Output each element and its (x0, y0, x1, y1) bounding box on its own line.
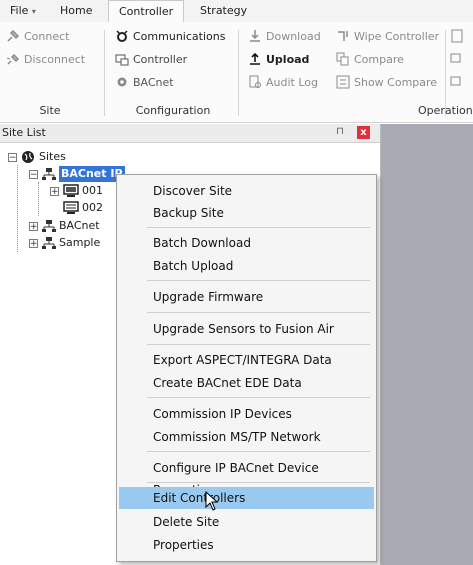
expand-expander[interactable]: + (50, 187, 59, 197)
upload-button[interactable]: Upload (248, 51, 309, 69)
network-icon (42, 237, 56, 249)
tree-node-label: Sample (59, 236, 101, 249)
tool-icon (451, 29, 463, 43)
controller-icon (115, 54, 129, 66)
group-label-configuration: Configuration (135, 104, 211, 117)
collapse-expander[interactable]: − (29, 170, 38, 180)
controller-config-button[interactable]: Controller (115, 51, 187, 69)
show-compare-button[interactable]: Show Compare (336, 74, 437, 92)
context-menu: Discover Site Backup Site Batch Download… (116, 174, 377, 562)
group-label-site: Site (39, 104, 61, 117)
tree-line (38, 182, 40, 216)
group-divider (104, 30, 105, 116)
plug-connect-icon (7, 29, 20, 42)
group-label-operations: Operation (418, 104, 473, 117)
tool-icon (450, 76, 461, 86)
tree-line (17, 165, 19, 252)
menu-item-delete-site[interactable]: Delete Site (119, 511, 374, 533)
pin-icon[interactable]: ⊓ (336, 126, 344, 137)
group-divider (238, 30, 239, 116)
tab-home[interactable]: Home (50, 0, 102, 21)
audit-log-icon (249, 75, 261, 88)
menu-item-create-bacnet-ede[interactable]: Create BACnet EDE Data (119, 372, 374, 394)
tree-node-label: 002 (82, 201, 103, 214)
tree-node-label: 001 (82, 184, 103, 197)
audit-log-button[interactable]: Audit Log (248, 74, 318, 92)
expand-expander[interactable]: + (29, 222, 38, 232)
collapse-expander[interactable]: − (8, 153, 17, 163)
disconnect-button[interactable]: Disconnect (6, 51, 85, 69)
download-icon (250, 30, 260, 42)
expand-expander[interactable]: + (29, 239, 38, 249)
overflow-tool-2[interactable] (450, 51, 468, 69)
menu-item-discover-site[interactable]: Discover Site (119, 180, 374, 202)
bacnet-gear-icon (117, 77, 127, 87)
compare-icon (336, 52, 349, 66)
connect-button[interactable]: Connect (6, 28, 69, 46)
menu-item-commission-mstp-network[interactable]: Commission MS/TP Network (119, 426, 374, 448)
site-list-title: Site List (2, 126, 46, 139)
tab-strategy[interactable]: Strategy (190, 0, 257, 21)
menu-separator (147, 482, 370, 483)
menu-item-edit-controllers[interactable]: Edit Controllers (119, 487, 374, 509)
tab-file[interactable]: File ▾ (0, 0, 46, 21)
menu-separator (147, 227, 370, 228)
ribbon: Connect Disconnect Site Communications C… (0, 22, 473, 123)
tree-node-label: Sites (39, 150, 66, 163)
communications-icon (116, 30, 128, 42)
download-button[interactable]: Download (248, 28, 321, 46)
tree-node-label: BACnet IP (59, 166, 125, 182)
workspace-area (381, 124, 473, 565)
menu-item-upgrade-sensors[interactable]: Upgrade Sensors to Fusion Air (119, 318, 374, 340)
menu-item-commission-ip-devices[interactable]: Commission IP Devices (119, 403, 374, 425)
menu-item-export-aspect-integra[interactable]: Export ASPECT/INTEGRA Data (119, 349, 374, 371)
wipe-icon (338, 31, 348, 41)
menu-item-batch-download[interactable]: Batch Download (119, 232, 374, 254)
menu-separator (147, 312, 370, 313)
overflow-tool-1[interactable] (450, 28, 468, 46)
menu-item-properties[interactable]: Properties (119, 534, 374, 556)
ribbon-tabs: File ▾ Home Controller Strategy (0, 0, 473, 23)
mouse-cursor-icon (205, 491, 219, 511)
menu-item-upgrade-firmware[interactable]: Upgrade Firmware (119, 286, 374, 308)
globe-icon (22, 151, 34, 163)
compare-button[interactable]: Compare (336, 51, 404, 69)
site-list-header: Site List ⊓ x (0, 124, 380, 143)
upload-icon (250, 52, 260, 65)
network-icon (42, 168, 56, 180)
tree-node-label: BACnet (59, 219, 100, 232)
menu-separator (147, 344, 370, 345)
bacnet-config-button[interactable]: BACnet (115, 74, 174, 92)
tab-controller[interactable]: Controller (108, 0, 185, 23)
tool-icon (450, 53, 461, 63)
show-compare-icon (336, 75, 350, 89)
menu-separator (147, 451, 370, 452)
menu-item-configure-ip-bacnet[interactable]: Configure IP BACnet Device Properties (119, 457, 374, 497)
network-icon (42, 220, 56, 232)
controller-device-icon (63, 201, 79, 214)
plug-disconnect-icon (6, 53, 20, 65)
menu-item-batch-upload[interactable]: Batch Upload (119, 255, 374, 277)
menu-separator (147, 397, 370, 398)
menu-separator (147, 280, 370, 281)
communications-button[interactable]: Communications (115, 28, 225, 46)
overflow-tool-3[interactable] (450, 74, 468, 92)
menu-item-backup-site[interactable]: Backup Site (119, 202, 374, 224)
wipe-controller-button[interactable]: Wipe Controller (336, 28, 439, 46)
controller-device-icon (63, 184, 79, 197)
close-pane-button[interactable]: x (357, 126, 370, 139)
